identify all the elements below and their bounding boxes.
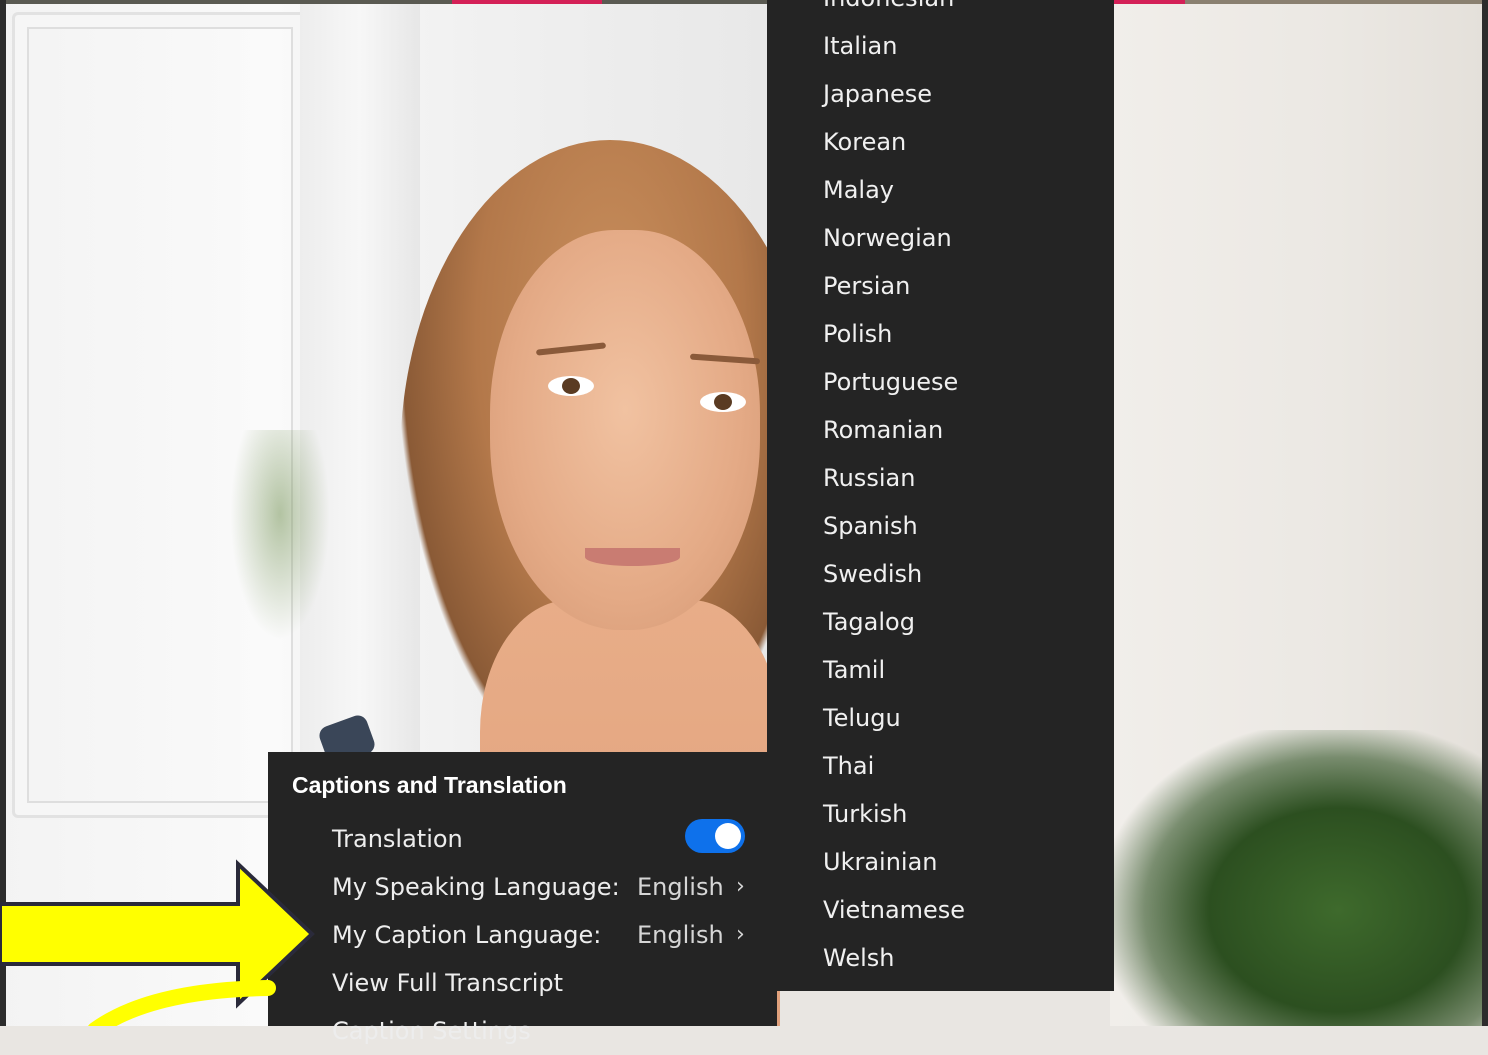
language-item-ukrainian[interactable]: Ukrainian: [767, 838, 1114, 886]
view-transcript-item[interactable]: View Full Transcript: [332, 959, 752, 1007]
translation-label: Translation: [332, 825, 463, 853]
language-item-japanese[interactable]: Japanese: [767, 70, 1114, 118]
speaking-language-row[interactable]: My Speaking Language: English ›: [332, 863, 752, 911]
language-item-swedish[interactable]: Swedish: [767, 550, 1114, 598]
caption-settings-item[interactable]: Caption Settings: [332, 1007, 752, 1055]
language-item-persian[interactable]: Persian: [767, 262, 1114, 310]
participant-eye-right: [700, 392, 746, 412]
annotation-curve: [88, 980, 276, 1026]
caption-settings-label: Caption Settings: [332, 1017, 531, 1045]
language-item-vietnamese[interactable]: Vietnamese: [767, 886, 1114, 934]
view-transcript-label: View Full Transcript: [332, 969, 564, 997]
language-item-russian[interactable]: Russian: [767, 454, 1114, 502]
language-item-tamil[interactable]: Tamil: [767, 646, 1114, 694]
language-list: Indonesian Italian Japanese Korean Malay…: [767, 0, 1114, 982]
border-right: [1482, 0, 1488, 1026]
plant-right: [1110, 730, 1488, 1026]
chevron-right-icon: ›: [736, 874, 745, 899]
caption-language-row[interactable]: My Caption Language: English ›: [332, 911, 752, 959]
language-item-welsh[interactable]: Welsh: [767, 934, 1114, 982]
language-item-polish[interactable]: Polish: [767, 310, 1114, 358]
language-item-malay[interactable]: Malay: [767, 166, 1114, 214]
language-item-indonesian[interactable]: Indonesian: [767, 0, 1114, 22]
language-item-norwegian[interactable]: Norwegian: [767, 214, 1114, 262]
participant-eye-left: [548, 376, 594, 396]
language-item-portuguese[interactable]: Portuguese: [767, 358, 1114, 406]
caption-language-submenu: Indonesian Italian Japanese Korean Malay…: [767, 0, 1114, 991]
caption-language-value: English: [637, 921, 724, 949]
language-item-thai[interactable]: Thai: [767, 742, 1114, 790]
language-item-tagalog[interactable]: Tagalog: [767, 598, 1114, 646]
top-strip-pink-right: [1110, 0, 1185, 4]
top-strip-left: [0, 0, 770, 4]
top-strip-pink: [452, 0, 602, 4]
plant-left: [230, 430, 330, 640]
toggle-knob: [715, 823, 741, 849]
speaking-language-value: English: [637, 873, 724, 901]
language-item-korean[interactable]: Korean: [767, 118, 1114, 166]
participant-mouth: [585, 548, 680, 566]
language-item-telugu[interactable]: Telugu: [767, 694, 1114, 742]
menu-title: Captions and Translation: [292, 772, 567, 798]
caption-language-label: My Caption Language:: [332, 921, 602, 949]
language-item-italian[interactable]: Italian: [767, 22, 1114, 70]
chevron-right-icon: ›: [736, 922, 745, 947]
participant-face: [490, 230, 760, 630]
language-item-spanish[interactable]: Spanish: [767, 502, 1114, 550]
language-item-turkish[interactable]: Turkish: [767, 790, 1114, 838]
door-panel: [12, 12, 308, 818]
translation-toggle[interactable]: [685, 819, 745, 853]
captions-translation-menu: Captions and Translation Translation My …: [268, 752, 777, 1045]
speaking-language-label: My Speaking Language:: [332, 873, 620, 901]
language-item-romanian[interactable]: Romanian: [767, 406, 1114, 454]
